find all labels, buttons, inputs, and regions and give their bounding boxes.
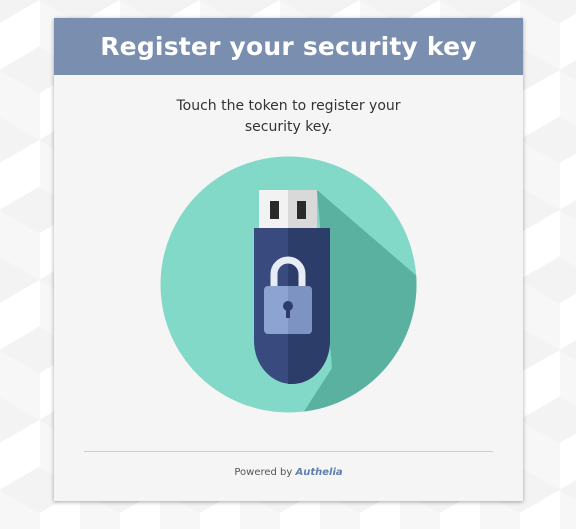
usb-security-key-icon [160, 156, 417, 413]
footer-divider [84, 451, 493, 452]
padlock-body-shade [288, 286, 312, 334]
card-header: Register your security key [54, 18, 523, 75]
footer: Powered by Authelia [54, 467, 523, 478]
authelia-link[interactable]: Authelia [296, 467, 343, 478]
instruction-text: Touch the token to register your securit… [176, 98, 401, 135]
keyhole-slot [286, 308, 290, 318]
powered-by-label: Powered by [234, 467, 293, 478]
registration-card: Register your security key Touch the tok… [54, 18, 523, 501]
page-title: Register your security key [100, 32, 477, 61]
usb-connector-slot-left [270, 201, 279, 219]
usb-connector-slot-right [297, 201, 306, 219]
